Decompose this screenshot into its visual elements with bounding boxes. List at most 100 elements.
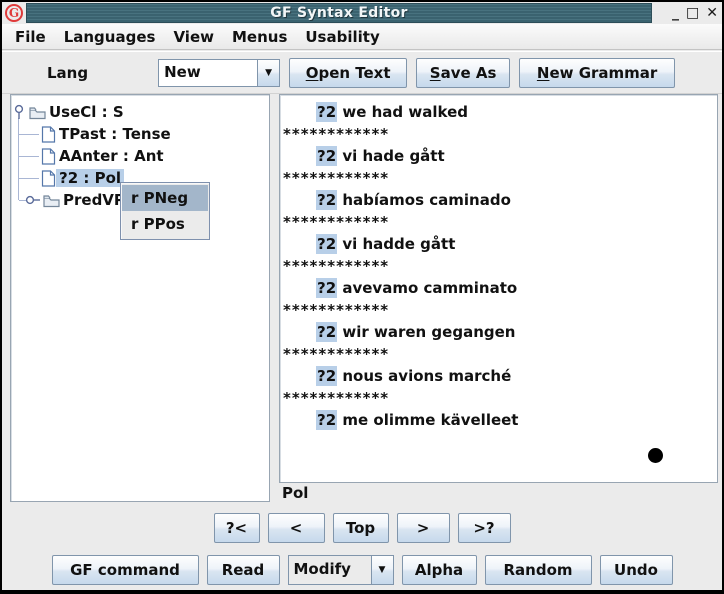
linearization-line: ?2 avevamo camminato (280, 277, 717, 299)
syntax-tree-panel[interactable]: UseCl : S TPast : Tense AAnter : Ant ?2 … (10, 94, 270, 502)
close-icon[interactable]: ✕ (706, 4, 718, 22)
minimize-icon[interactable]: _ (672, 4, 679, 22)
tree-connector-stub (19, 134, 39, 135)
next-node-button[interactable]: > (397, 513, 450, 543)
window-title: GF Syntax Editor (270, 5, 408, 21)
modify-combobox[interactable]: Modify ▼ (288, 555, 394, 585)
linearization-line: ?2 me olimme kävelleet (280, 409, 717, 431)
linearization-line: ?2 we had walked (280, 101, 717, 123)
document-icon (41, 170, 56, 187)
sentence-text: nous avions marché (337, 367, 511, 385)
save-as-mnemonic: S (430, 64, 441, 82)
save-as-button[interactable]: Save As (416, 58, 510, 88)
gf-syntax-editor-window: G GF Syntax Editor _ □ ✕ File Languages … (0, 0, 724, 594)
tree-node-label: UseCl : S (46, 103, 127, 121)
tree-node-label: AAnter : Ant (56, 147, 167, 165)
tree-connector-stub (19, 178, 39, 179)
chevron-down-icon[interactable]: ▼ (371, 556, 393, 584)
open-text-mnemonic: O (306, 64, 319, 82)
cursor-dot (648, 448, 663, 463)
tree-node-predvp[interactable]: PredVP (25, 189, 128, 211)
title-band[interactable]: GF Syntax Editor (26, 3, 652, 23)
tree-node-label: TPast : Tense (56, 125, 174, 143)
sentence-text: me olimme kävelleet (337, 411, 518, 429)
tree-node-label: PredVP (60, 191, 128, 209)
tree-connector-vertical (18, 118, 19, 200)
focused-token[interactable]: ?2 (316, 190, 337, 210)
refinement-popup-menu: r PNeg r PPos (120, 182, 210, 240)
linearization-panel[interactable]: ?2 we had walked ************ ?2 vi hade… (279, 94, 718, 483)
sentence-text: we had walked (337, 103, 468, 121)
sentence-text: vi hade gått (337, 147, 445, 165)
alpha-button[interactable]: Alpha (402, 555, 477, 585)
random-button[interactable]: Random (485, 555, 592, 585)
open-text-label: pen Text (318, 64, 390, 82)
new-grammar-button[interactable]: New Grammar (519, 58, 675, 88)
maximize-icon[interactable]: □ (686, 4, 699, 22)
folder-icon (43, 193, 60, 208)
sentence-text: vi hadde gått (337, 235, 455, 253)
open-text-button[interactable]: Open Text (289, 58, 407, 88)
tree-node-aanter[interactable]: AAnter : Ant (41, 145, 167, 167)
modify-combobox-value: Modify (289, 556, 371, 584)
focus-type-label: Pol (279, 483, 718, 503)
gf-command-button[interactable]: GF command (52, 555, 199, 585)
menu-usability[interactable]: Usability (296, 28, 388, 46)
language-combobox-value: New (159, 60, 257, 86)
menu-menus[interactable]: Menus (223, 28, 296, 46)
save-as-label: ave As (441, 64, 497, 82)
document-icon (41, 148, 56, 165)
menu-bar: File Languages View Menus Usability (2, 24, 722, 50)
next-metavariable-button[interactable]: >? (458, 513, 511, 543)
tree-node-tpast[interactable]: TPast : Tense (41, 123, 174, 145)
document-icon (41, 126, 56, 143)
linearization-line: ?2 vi hade gått (280, 145, 717, 167)
undo-button[interactable]: Undo (600, 555, 673, 585)
read-button[interactable]: Read (207, 555, 280, 585)
linearization-line: ?2 vi hadde gått (280, 233, 717, 255)
new-grammar-mnemonic: N (537, 64, 550, 82)
chevron-down-icon[interactable]: ▼ (257, 60, 279, 86)
sentence-text: wir waren gegangen (337, 323, 515, 341)
separator-line: ************ (280, 211, 717, 233)
sentence-text: habíamos caminado (337, 191, 511, 209)
prev-metavariable-button[interactable]: ?< (214, 513, 260, 543)
menu-file[interactable]: File (6, 28, 55, 46)
title-bar: G GF Syntax Editor _ □ ✕ (2, 2, 722, 24)
linearization-line: ?2 nous avions marché (280, 365, 717, 387)
focused-token[interactable]: ?2 (316, 278, 337, 298)
separator-line: ************ (280, 255, 717, 277)
sentence-text: avevamo camminato (337, 279, 517, 297)
focused-token[interactable]: ?2 (316, 146, 337, 166)
separator-line: ************ (280, 387, 717, 409)
menu-view[interactable]: View (164, 28, 223, 46)
tree-node-root[interactable]: UseCl : S (13, 101, 127, 123)
window-controls: _ □ ✕ (672, 2, 718, 24)
menu-languages[interactable]: Languages (55, 28, 165, 46)
top-button[interactable]: Top (333, 513, 389, 543)
separator-line: ************ (280, 167, 717, 189)
tree-node-label-selected: ?2 : Pol (56, 169, 124, 187)
tree-expanded-handle-icon[interactable] (13, 104, 25, 120)
new-grammar-label: ew Grammar (549, 64, 657, 82)
linearization-line: ?2 habíamos caminado (280, 189, 717, 211)
navigation-row: ?< < Top > >? (2, 511, 722, 545)
folder-icon (29, 105, 46, 120)
language-combobox[interactable]: New ▼ (158, 59, 280, 87)
focused-token[interactable]: ?2 (316, 234, 337, 254)
focused-token[interactable]: ?2 (316, 322, 337, 342)
focused-token[interactable]: ?2 (316, 366, 337, 386)
focused-token[interactable]: ?2 (316, 102, 337, 122)
separator-line: ************ (280, 123, 717, 145)
focused-token[interactable]: ?2 (316, 410, 337, 430)
separator-line: ************ (280, 343, 717, 365)
tree-node-pol-selected[interactable]: ?2 : Pol (41, 167, 124, 189)
prev-node-button[interactable]: < (268, 513, 325, 543)
tree-collapsed-handle-icon[interactable] (25, 194, 41, 206)
toolbar: Lang New ▼ Open Text Save As New Grammar (2, 51, 722, 94)
popup-item-pneg[interactable]: r PNeg (122, 185, 208, 211)
separator-line: ************ (280, 299, 717, 321)
popup-item-ppos[interactable]: r PPos (122, 211, 208, 237)
lang-label: Lang (47, 64, 88, 82)
linearization-line: ?2 wir waren gegangen (280, 321, 717, 343)
